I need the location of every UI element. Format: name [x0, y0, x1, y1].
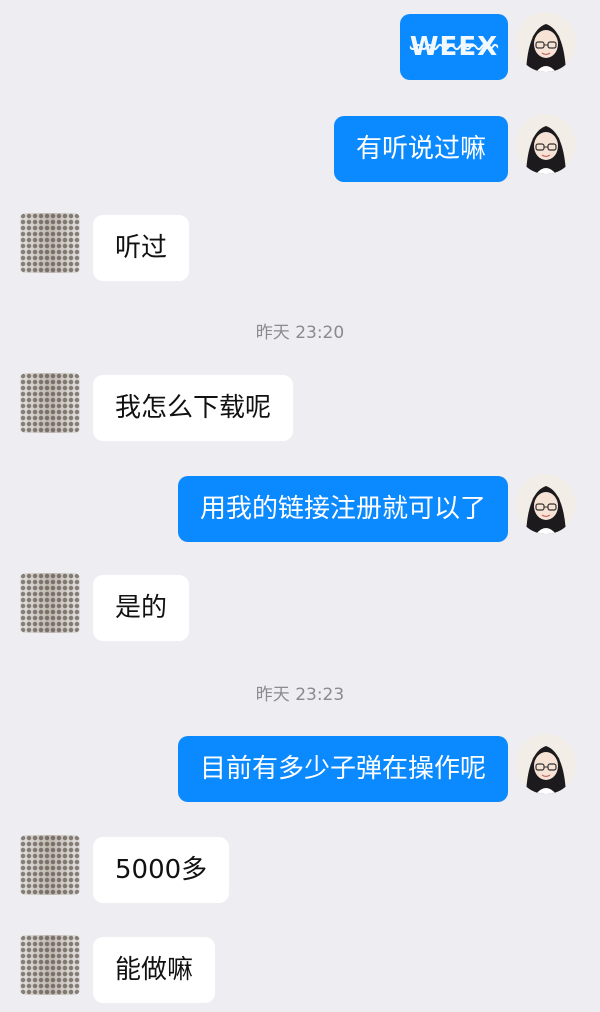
message-bubble-sent[interactable]: 有听说过嘛 — [333, 116, 508, 182]
pixelated-avatar-icon — [20, 835, 80, 895]
user-avatar-icon — [516, 114, 576, 174]
user-avatar-icon — [516, 474, 576, 534]
avatar-contact[interactable] — [20, 835, 80, 895]
avatar-contact[interactable] — [20, 213, 80, 273]
pixelated-avatar-icon — [20, 573, 80, 633]
message-bubble-received[interactable]: 是的 — [93, 575, 190, 641]
avatar-me[interactable] — [516, 12, 576, 72]
brand-logo-text: WEEX — [409, 32, 499, 62]
user-avatar-icon — [516, 12, 576, 72]
avatar-me[interactable] — [516, 474, 576, 534]
message-bubble-sent[interactable]: 用我的链接注册就可以了 — [177, 476, 508, 542]
message-bubble-received[interactable]: 5000多 — [93, 837, 230, 903]
message-bubble-sent[interactable]: WEEX — [400, 14, 508, 80]
timestamp: 昨天 23:23 — [255, 685, 345, 705]
avatar-contact[interactable] — [20, 935, 80, 995]
avatar-me[interactable] — [516, 734, 576, 794]
user-avatar-icon — [516, 734, 576, 794]
message-bubble-received[interactable]: 听过 — [93, 215, 190, 281]
pixelated-avatar-icon — [20, 373, 80, 433]
message-bubble-received[interactable]: 我怎么下载呢 — [93, 375, 294, 441]
avatar-contact[interactable] — [20, 573, 80, 633]
timestamp: 昨天 23:20 — [255, 323, 345, 343]
message-bubble-received[interactable]: 能做嘛 — [93, 937, 216, 1003]
message-bubble-sent[interactable]: 目前有多少子弹在操作呢 — [177, 736, 508, 802]
avatar-me[interactable] — [516, 114, 576, 174]
pixelated-avatar-icon — [20, 935, 80, 995]
chat-area[interactable]: WEEX 有听说过嘛 听过 昨天 23:20 我怎么下载呢 用我的链接注册就可以… — [0, 0, 600, 1012]
pixelated-avatar-icon — [20, 213, 80, 273]
avatar-contact[interactable] — [20, 373, 80, 433]
